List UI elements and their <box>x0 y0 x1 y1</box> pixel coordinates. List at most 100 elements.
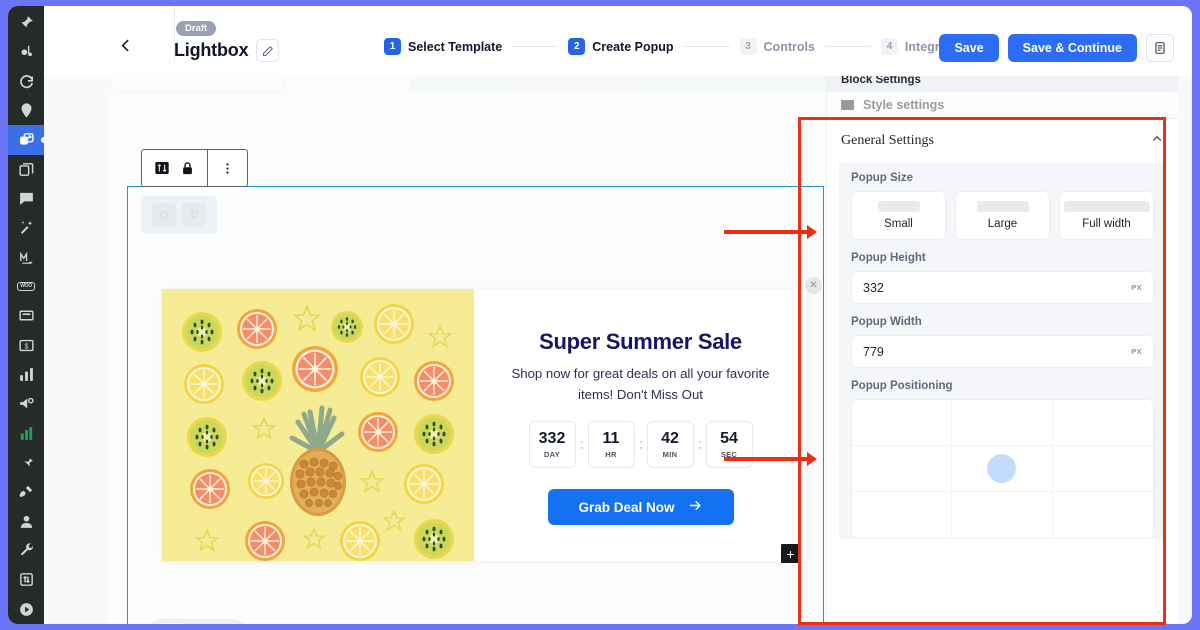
sidebar-item-popups[interactable] <box>8 125 44 155</box>
save-button[interactable]: Save <box>939 34 999 62</box>
sidebar-item-integrations[interactable] <box>8 477 44 506</box>
countdown-value: 54 <box>720 429 738 447</box>
countdown-value: 11 <box>602 429 620 447</box>
popup-size-label: Popup Size <box>851 172 913 184</box>
step-label: Controls <box>763 39 815 54</box>
chevron-up-icon[interactable] <box>1150 132 1164 151</box>
sidebar-item-location[interactable] <box>8 96 44 125</box>
popup-size-options: Small Large Full width <box>851 191 1154 240</box>
popup-size-full-width[interactable]: Full width <box>1059 191 1154 240</box>
position-cell-middle-right[interactable] <box>1052 446 1153 492</box>
popup-height-unit: PX <box>1131 283 1142 292</box>
step-navigation: 1 Select Template 2 Create Popup 3 Contr… <box>384 38 976 55</box>
sliders-icon[interactable] <box>154 160 170 176</box>
popup-width-unit: PX <box>1131 347 1142 356</box>
countdown-separator <box>580 440 583 449</box>
general-settings-header[interactable]: General Settings <box>827 119 1178 163</box>
position-cell-bottom-right[interactable] <box>1053 492 1153 538</box>
placeholder-icon-a <box>152 203 176 227</box>
sidebar-item-messages[interactable] <box>8 184 44 213</box>
position-cell-top-right[interactable] <box>1052 400 1153 446</box>
step-label: Create Popup <box>592 39 674 54</box>
selected-position-dot <box>987 454 1017 483</box>
general-settings-label: General Settings <box>841 133 934 148</box>
sidebar-item-inbox[interactable] <box>8 301 44 330</box>
document-icon[interactable] <box>1146 34 1174 62</box>
countdown-hours: 11 HR <box>587 421 635 469</box>
countdown-value: 332 <box>538 429 566 447</box>
save-and-continue-button[interactable]: Save & Continue <box>1007 34 1137 62</box>
popup-positioning-label: Popup Positioning <box>851 380 953 392</box>
close-icon[interactable]: ✕ <box>805 277 822 294</box>
style-settings-row[interactable]: Style settings <box>827 92 1178 118</box>
popup-subheading: Shop now for great deals on all your fav… <box>511 366 770 402</box>
svg-text:$: $ <box>24 342 28 350</box>
popup-size-option-label: Small <box>884 218 913 230</box>
desktop-icon[interactable] <box>147 623 197 624</box>
app-window: WOO $ Draft Lightbox 1 Select Template 2… <box>8 6 1192 624</box>
sidebar-item-analytics[interactable] <box>8 37 44 66</box>
cta-label: Grab Deal Now <box>578 499 675 515</box>
popup-height-value: 332 <box>863 280 884 295</box>
popup-size-option-label: Full width <box>1082 218 1131 230</box>
header-actions: Save Save & Continue <box>939 34 1174 62</box>
mobile-icon[interactable] <box>199 623 249 624</box>
position-cell-top-left[interactable] <box>852 400 953 446</box>
add-block-button[interactable]: + <box>779 542 802 565</box>
style-settings-label: Style settings <box>863 98 945 112</box>
position-cell-middle-left[interactable] <box>852 446 953 492</box>
countdown-value: 42 <box>661 429 679 447</box>
sidebar-item-campaigns[interactable] <box>8 389 44 418</box>
block-settings-panel: Block Settings Style settings General Se… <box>826 68 1178 624</box>
step-create-popup[interactable]: 2 Create Popup <box>568 38 674 55</box>
sidebar-item-revenue[interactable]: $ <box>8 331 44 360</box>
popup-positioning-grid <box>851 399 1154 539</box>
sidebar-item-magic[interactable] <box>8 213 44 242</box>
toolbar-primary-group <box>142 150 207 186</box>
position-cell-bottom-left[interactable] <box>852 492 953 538</box>
sidebar-item-reports[interactable] <box>8 360 44 389</box>
popup-width-label: Popup Width <box>851 316 922 328</box>
step-controls[interactable]: 3 Controls <box>739 38 815 55</box>
popup-size-large[interactable]: Large <box>955 191 1050 240</box>
lock-icon[interactable] <box>180 161 195 176</box>
woo-badge: WOO <box>17 282 35 292</box>
position-cell-top-center[interactable] <box>952 400 1053 446</box>
grab-deal-now-button[interactable]: Grab Deal Now <box>547 489 734 526</box>
back-button[interactable] <box>110 30 140 60</box>
step-number: 3 <box>739 38 757 55</box>
sidebar-item-engage[interactable] <box>8 67 44 96</box>
countdown-minutes: 42 MIN <box>646 421 694 469</box>
main-area: Draft Lightbox 1 Select Template 2 Creat… <box>44 6 1192 624</box>
sidebar-item-mailchimp[interactable] <box>8 243 44 272</box>
step-select-template[interactable]: 1 Select Template <box>384 38 502 55</box>
step-label: Select Template <box>408 39 503 54</box>
sidebar-item-layers[interactable] <box>8 155 44 184</box>
more-vertical-icon[interactable] <box>220 161 235 176</box>
screenshot-root: WOO $ Draft Lightbox 1 Select Template 2… <box>0 0 1200 630</box>
size-preview-bar <box>1063 201 1150 212</box>
sidebar-item-growth[interactable] <box>8 419 44 448</box>
popup-preview-card[interactable]: ✕ Super Summer Sale Shop now for great d… <box>162 277 822 561</box>
size-preview-bar <box>976 201 1029 212</box>
sidebar-item-tutorials[interactable] <box>8 595 44 624</box>
sidebar-item-rocket[interactable] <box>8 8 44 37</box>
placeholder-chip-group <box>141 196 217 234</box>
popup-height-input[interactable]: 332 PX <box>851 271 1154 304</box>
sidebar-item-tools[interactable] <box>8 536 44 565</box>
sidebar-item-transfer[interactable] <box>8 565 44 594</box>
page-title: Lightbox <box>174 40 249 60</box>
sidebar-item-pinned[interactable] <box>8 448 44 477</box>
pencil-icon[interactable] <box>256 39 280 62</box>
popup-size-small[interactable]: Small <box>851 191 946 240</box>
position-cell-middle-center[interactable] <box>952 446 1053 492</box>
size-preview-bar <box>877 201 920 212</box>
popup-heading: Super Summer Sale <box>539 329 742 354</box>
countdown-separator <box>698 440 701 449</box>
position-cell-bottom-center[interactable] <box>952 492 1053 538</box>
sidebar-item-woocommerce[interactable]: WOO <box>8 272 44 301</box>
arrow-right-icon <box>688 498 703 516</box>
sidebar-item-account[interactable] <box>8 507 44 536</box>
popup-width-input[interactable]: 779 PX <box>851 335 1154 368</box>
title-row: Lightbox <box>174 39 280 62</box>
